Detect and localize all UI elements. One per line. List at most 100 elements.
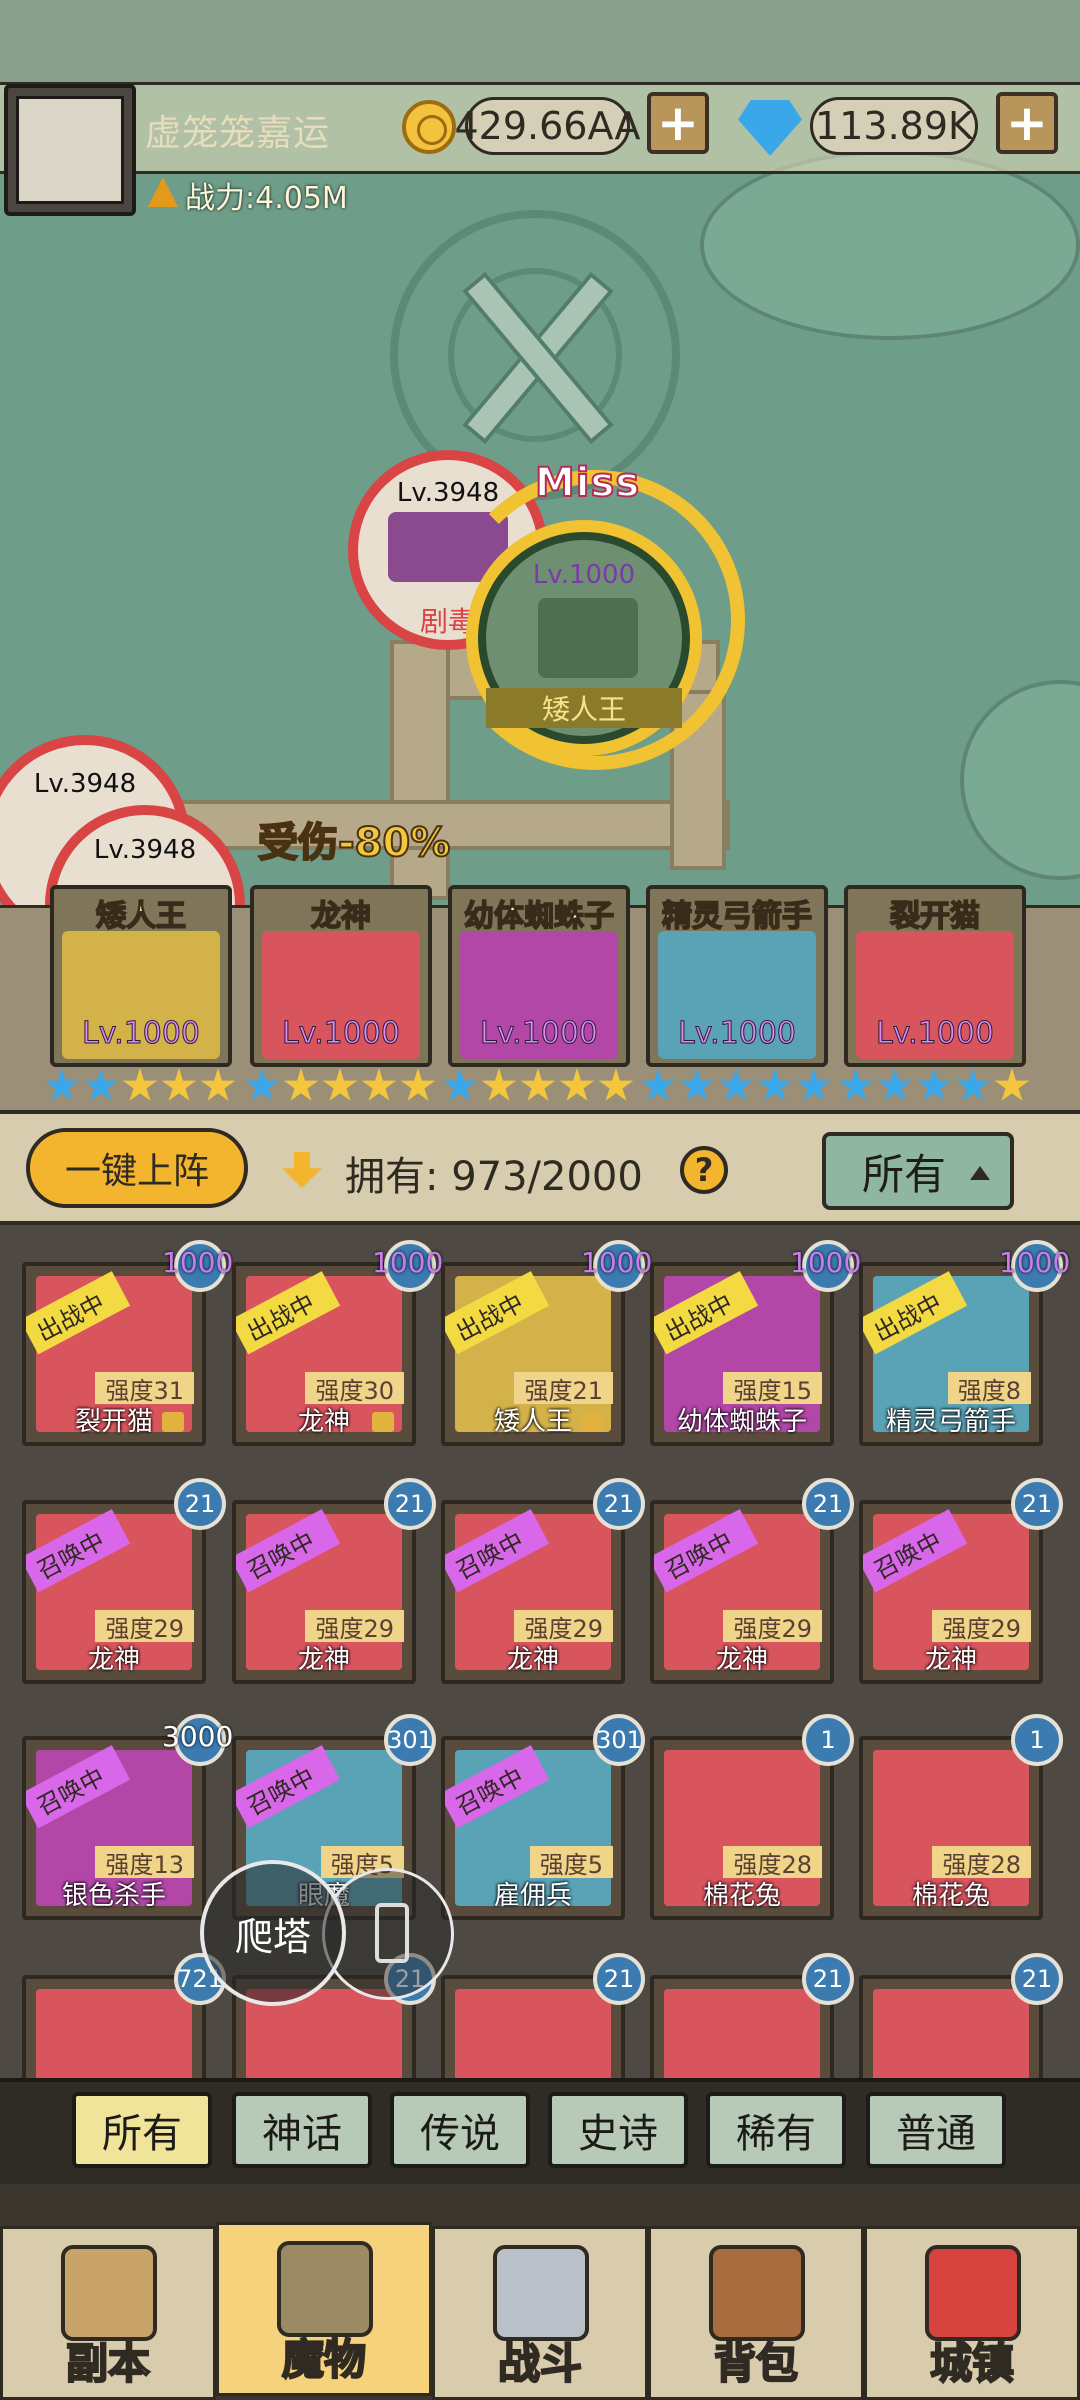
team-slot-card[interactable]: 龙神 Lv.1000 xyxy=(250,885,432,1067)
strength-badge: 强度5 xyxy=(529,1846,613,1879)
help-icon[interactable]: ? xyxy=(680,1146,728,1194)
star-icon xyxy=(955,1068,991,1101)
monster-card[interactable]: 出战中 强度15 幼体蜘蛛子 xyxy=(650,1262,834,1446)
star-icon xyxy=(559,1068,595,1101)
star-icon xyxy=(640,1068,676,1101)
lock-icon xyxy=(581,1412,603,1432)
battle-swords-icon xyxy=(493,2245,589,2341)
monster-card[interactable]: 出战中 强度21 矮人王 xyxy=(441,1262,625,1446)
star-icon xyxy=(916,1068,952,1101)
filter-dropdown[interactable]: 所有 xyxy=(822,1132,1014,1210)
rarity-filter-button[interactable]: 史诗 xyxy=(548,2092,688,2168)
star-icon xyxy=(122,1068,158,1101)
hero-token[interactable]: Lv.1000 矮人王 xyxy=(478,532,690,744)
monster-name: 银色杀手 xyxy=(61,1881,166,1911)
monster-name: 棉花兔 xyxy=(911,1881,990,1911)
gem-amount: 113.89K xyxy=(810,97,978,155)
monster-count-badge: 21 xyxy=(593,1953,645,2005)
monster-card[interactable]: 出战中 强度30 龙神 xyxy=(232,1262,416,1446)
strength-badge: 强度29 xyxy=(932,1610,1031,1643)
nav-tab[interactable]: 背包 xyxy=(648,2226,864,2400)
enemy-level: Lv.3948 xyxy=(33,769,137,799)
gold-amount: 429.66AA xyxy=(455,97,641,155)
rarity-filter-button[interactable]: 稀有 xyxy=(706,2092,846,2168)
monster-card[interactable]: 召唤中 强度13 银色杀手 xyxy=(22,1736,206,1920)
star-icon xyxy=(161,1068,197,1101)
team-monster-name: 矮人王 xyxy=(95,898,187,935)
star-icon xyxy=(361,1068,397,1101)
map-top-decoration xyxy=(0,0,1080,82)
strength-badge: 强度21 xyxy=(514,1372,613,1405)
nav-tab[interactable]: 城镇 xyxy=(864,2226,1080,2400)
monster-count-badge: 1 xyxy=(1011,1714,1063,1766)
hero-name: 矮人王 xyxy=(486,688,682,728)
add-gold-button[interactable]: + xyxy=(647,92,709,154)
monster-card[interactable]: 召唤中 强度5 雇佣兵 xyxy=(441,1736,625,1920)
climb-tower-button[interactable]: 爬塔 xyxy=(200,1860,346,2006)
dungeon-map-icon xyxy=(61,2245,157,2341)
monster-count-badge: 21 xyxy=(174,1478,226,1530)
strength-badge: 强度30 xyxy=(305,1372,404,1405)
monster-count: 1000 xyxy=(372,1246,444,1279)
strength-badge: 强度29 xyxy=(723,1610,822,1643)
nav-tab[interactable]: 副本 xyxy=(0,2226,216,2400)
add-gems-button[interactable]: + xyxy=(996,92,1058,154)
team-slot-card[interactable]: 矮人王 Lv.1000 xyxy=(50,885,232,1067)
strength-badge: 强度29 xyxy=(514,1610,613,1643)
monster-card[interactable]: 召唤中 强度29 龙神 xyxy=(859,1500,1043,1684)
strength-badge: 强度31 xyxy=(95,1372,194,1405)
monster-name: 龙神 xyxy=(715,1645,768,1675)
team-monster-name: 精灵弓箭手 xyxy=(661,898,813,935)
monster-count-badge: 301 xyxy=(384,1714,436,1766)
rarity-filter-button[interactable]: 所有 xyxy=(72,2092,212,2168)
monster-card[interactable]: 出战中 强度31 裂开猫 xyxy=(22,1262,206,1446)
rarity-filter-button[interactable]: 普通 xyxy=(866,2092,1006,2168)
monster-name: 龙神 xyxy=(297,1645,350,1675)
monster-card[interactable]: 召唤中 强度29 龙神 xyxy=(22,1500,206,1684)
monster-card[interactable]: 召唤中 强度29 龙神 xyxy=(650,1500,834,1684)
team-slot-card[interactable]: 裂开猫 Lv.1000 xyxy=(844,885,1026,1067)
rarity-filter-button[interactable]: 神话 xyxy=(232,2092,372,2168)
team-slot-card[interactable]: 精灵弓箭手 Lv.1000 xyxy=(646,885,828,1067)
owned-count: 拥有: 973/2000 xyxy=(345,1154,643,1200)
team-monster-level: Lv.1000 xyxy=(281,1016,401,1052)
monster-count-badge: 21 xyxy=(1011,1478,1063,1530)
rarity-filter-button[interactable]: 传说 xyxy=(390,2092,530,2168)
monster-count-badge: 1 xyxy=(802,1714,854,1766)
miss-popup: Miss xyxy=(534,459,641,507)
monster-card[interactable]: 出战中 强度8 精灵弓箭手 xyxy=(859,1262,1043,1446)
monster-count-badge: 301 xyxy=(593,1714,645,1766)
team-star-rating xyxy=(442,1068,634,1104)
monster-name: 棉花兔 xyxy=(702,1881,781,1911)
monster-name: 龙神 xyxy=(506,1645,559,1675)
team-monster-level: Lv.1000 xyxy=(81,1016,201,1052)
monster-count-badge: 21 xyxy=(1011,1953,1063,2005)
nav-tab[interactable]: 战斗 xyxy=(432,2226,648,2400)
star-icon xyxy=(838,1068,874,1101)
nav-tab[interactable]: 魔物 xyxy=(216,2222,432,2396)
auto-deploy-button[interactable]: 一键上阵 xyxy=(26,1128,248,1208)
monster-card[interactable]: 召唤中 强度29 龙神 xyxy=(232,1500,416,1684)
monster-card[interactable]: 召唤中 强度29 龙神 xyxy=(441,1500,625,1684)
strength-badge: 强度8 xyxy=(947,1372,1031,1405)
team-star-rating xyxy=(44,1068,236,1104)
star-icon xyxy=(718,1068,754,1101)
lock-icon xyxy=(372,1412,394,1432)
player-avatar[interactable] xyxy=(4,84,136,216)
team-slot-card[interactable]: 幼体蜘蛛子 Lv.1000 xyxy=(448,885,630,1067)
strength-badge: 强度15 xyxy=(723,1372,822,1405)
team-star-rating xyxy=(838,1068,1030,1104)
triangle-up-icon xyxy=(970,1166,990,1180)
star-icon xyxy=(598,1068,634,1101)
monster-card[interactable]: 强度28 棉花兔 xyxy=(650,1736,834,1920)
filter-dropdown-label: 所有 xyxy=(862,1149,947,1199)
star-icon xyxy=(400,1068,436,1101)
star-icon xyxy=(83,1068,119,1101)
monster-count-badge: 21 xyxy=(802,1478,854,1530)
monster-card[interactable]: 强度28 棉花兔 xyxy=(859,1736,1043,1920)
star-icon xyxy=(244,1068,280,1101)
hero-level: Lv.1000 xyxy=(532,560,636,590)
monster-count: 1000 xyxy=(162,1246,234,1279)
star-icon xyxy=(877,1068,913,1101)
monster-name: 雇佣兵 xyxy=(493,1881,572,1911)
